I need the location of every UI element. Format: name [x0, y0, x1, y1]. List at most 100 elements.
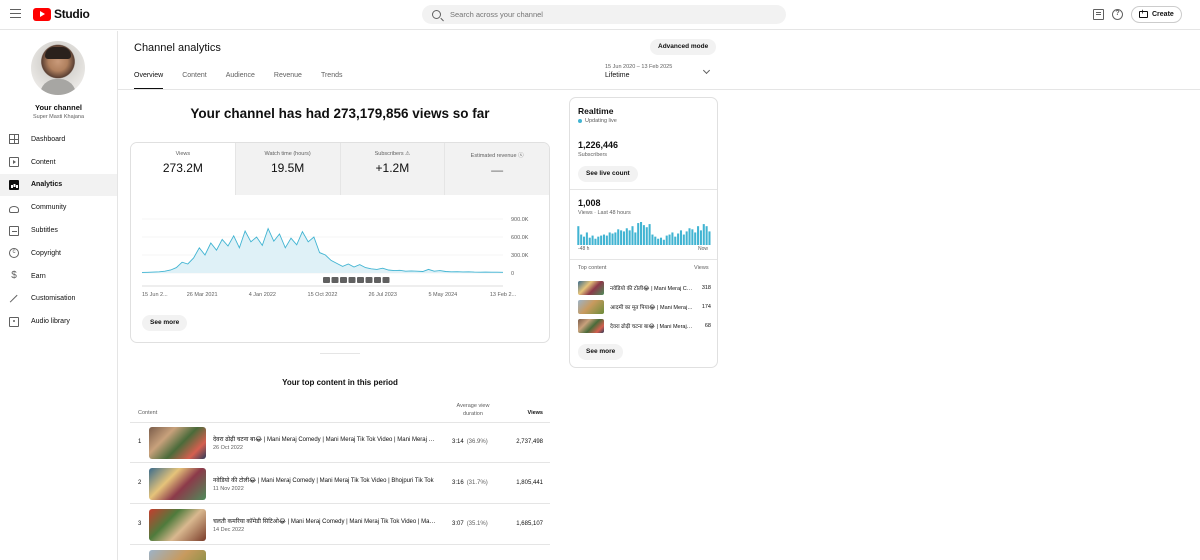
column-header-content: Content [138, 410, 158, 416]
realtime-bar [631, 226, 634, 245]
video-marker[interactable] [357, 277, 364, 283]
sidebar-item-analytics[interactable]: Analytics [0, 173, 117, 197]
sidebar-item-customisation[interactable]: Customisation [0, 288, 117, 311]
metric-value: 273.2M [162, 161, 203, 175]
chart-x-tick-label: 15 Jun 2... [142, 292, 168, 298]
chart-y-tick-label: 0 [511, 271, 514, 277]
sidebar-item-content[interactable]: Content [0, 151, 117, 174]
video-thumbnail[interactable] [149, 550, 206, 560]
realtime-views: 1,008 [578, 198, 601, 208]
realtime-bar [591, 235, 594, 245]
tab-trends[interactable]: Trends [321, 72, 343, 89]
video-title: आदमी का मूत पिया😂 | Mani Meraj Comedy [610, 305, 693, 311]
help-icon[interactable]: ? [1112, 9, 1123, 20]
video-marker[interactable] [340, 277, 347, 283]
table-row[interactable] [130, 546, 550, 560]
channel-name: Super Masti Khajana [32, 114, 85, 120]
search-bar[interactable] [422, 5, 786, 24]
table-row[interactable]: 2 नवेडियो की टोली😂 | Mani Meraj Comedy |… [130, 464, 550, 504]
top-bar: Studio ? Create [0, 0, 1200, 30]
metric-watch-time[interactable]: Watch time (hours) 19.5M [234, 143, 340, 195]
realtime-bar [697, 226, 700, 245]
tab-overview[interactable]: Overview [134, 72, 164, 89]
feedback-icon[interactable] [1093, 9, 1104, 20]
sidebar-item-subtitles[interactable]: Subtitles [0, 219, 117, 242]
sidebar-item-audio-library[interactable]: Audio library [0, 310, 117, 333]
column-header-views[interactable]: Views [510, 410, 544, 416]
column-header-avg-duration[interactable]: Average view duration [450, 403, 496, 418]
metric-label: Estimated revenue ⓢ [445, 151, 549, 159]
video-marker[interactable] [382, 277, 390, 283]
views-chart[interactable]: 900.0K 600.0K 300.0K 0 15 Jun 2... 26 Mar 202… [131, 205, 550, 305]
see-more-button[interactable]: See more [142, 315, 188, 331]
video-thumbnail[interactable] [149, 427, 206, 459]
tab-content[interactable]: Content [182, 72, 207, 89]
realtime-axis-start: -48 h [578, 246, 590, 252]
realtime-bar [583, 236, 586, 245]
realtime-top-item[interactable]: नवेडियो की टोली😂 | Mani Meraj Comedy 318 [578, 281, 711, 295]
top-content-views-label: Views [694, 265, 709, 271]
sidebar-item-label: Subtitles [31, 227, 58, 235]
subtitles-icon [9, 225, 19, 236]
date-period[interactable]: Lifetime [605, 72, 630, 79]
metric-estimated-revenue[interactable]: Estimated revenue ⓢ — [444, 143, 549, 195]
realtime-see-more-button[interactable]: See more [578, 344, 624, 360]
realtime-bar [648, 224, 651, 245]
avg-duration-percent: (35.1%) [466, 521, 488, 527]
realtime-top-item[interactable]: आदमी का मूत पिया😂 | Mani Meraj Comedy 17… [578, 300, 711, 314]
chevron-down-icon[interactable] [702, 66, 711, 75]
metric-label: Views [175, 151, 191, 157]
sidebar: Your channel Super Masti Khajana Dashboa… [0, 31, 118, 560]
realtime-bar [622, 231, 625, 245]
video-marker[interactable] [374, 277, 381, 283]
video-thumbnail [578, 319, 604, 333]
avg-duration-value: 3:14 [452, 439, 464, 445]
menu-icon[interactable] [10, 9, 21, 18]
video-marker[interactable] [365, 277, 373, 283]
video-views: 2,737,498 [516, 439, 543, 445]
see-live-count-button[interactable]: See live count [578, 166, 638, 182]
realtime-bar [611, 233, 614, 245]
sidebar-item-copyright[interactable]: c Copyright [0, 242, 117, 265]
advanced-mode-button[interactable]: Advanced mode [650, 39, 717, 55]
tab-audience[interactable]: Audience [226, 72, 255, 89]
sidebar-item-community[interactable]: Community [0, 196, 117, 219]
metric-subscribers[interactable]: Subscribers ⚠ +1.2M [339, 143, 445, 195]
video-title[interactable]: चलती कमरिया कॉमेडी सिटिओ😂 | Mani Meraj C… [213, 517, 438, 525]
earn-icon: $ [11, 270, 17, 282]
date-range[interactable]: 15 Jun 2020 – 13 Feb 2025 [605, 64, 672, 70]
channel-avatar[interactable] [31, 41, 85, 95]
sidebar-item-label: Earn [31, 272, 46, 280]
metric-label-text: Estimated revenue [470, 153, 517, 159]
video-title[interactable]: देवरा ढोढ़ी चटना बा😂 | Mani Meraj Comedy… [213, 435, 438, 443]
tab-revenue[interactable]: Revenue [274, 72, 302, 89]
avg-duration-value: 3:07 [452, 521, 464, 527]
analytics-icon [9, 179, 19, 190]
video-title[interactable]: नवेडियो की टोली😂 | Mani Meraj Comedy | M… [213, 476, 438, 484]
video-marker[interactable] [331, 277, 339, 283]
realtime-bar [605, 235, 608, 245]
video-marker[interactable] [323, 277, 330, 283]
realtime-bar-chart[interactable] [577, 220, 711, 245]
avg-view-duration: 3:16 (31.7%) [452, 480, 488, 486]
metric-views[interactable]: Views 273.2M [131, 143, 235, 195]
chart-y-tick-label: 300.0K [511, 253, 529, 259]
studio-logo[interactable]: Studio [33, 7, 90, 21]
realtime-top-item[interactable]: देवरा ढोढ़ी चटना बा😂 | Mani Meraj Comedy… [578, 319, 711, 333]
realtime-bar [702, 224, 705, 245]
analytics-tabs: Overview Content Audience Revenue Trends [134, 72, 361, 89]
sidebar-item-dashboard[interactable]: Dashboard [0, 128, 117, 151]
table-row[interactable]: 3 चलती कमरिया कॉमेडी सिटिओ😂 | Mani Meraj… [130, 505, 550, 545]
realtime-bar [625, 228, 628, 245]
table-row[interactable]: 1 देवरा ढोढ़ी चटना बा😂 | Mani Meraj Come… [130, 423, 550, 463]
video-thumbnail[interactable] [149, 468, 206, 500]
search-input[interactable] [450, 10, 750, 19]
create-label: Create [1152, 11, 1174, 18]
video-marker[interactable] [348, 277, 356, 283]
sidebar-item-earn[interactable]: $ Earn [0, 265, 117, 288]
create-button[interactable]: Create [1131, 6, 1182, 23]
video-thumbnail[interactable] [149, 509, 206, 541]
top-content-label: Top content [578, 265, 607, 271]
section-divider [320, 353, 360, 354]
metric-label-text: Subscribers [374, 151, 404, 157]
